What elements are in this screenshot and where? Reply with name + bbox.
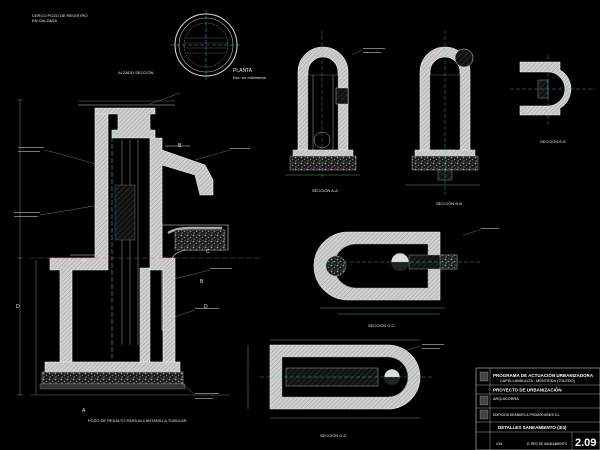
section-aa-label: SECCIÓN A-A bbox=[312, 188, 338, 193]
main-elevation-section: B B A A D D C POZO DE RESALTO PARA ALCAN… bbox=[14, 92, 260, 423]
project-phase: PROYECTO DE URBANIZACIÓN bbox=[493, 386, 562, 393]
main-elevation-title: POZO DE RESALTO PARA ALCANTARILLA TUBULA… bbox=[88, 418, 187, 423]
section-bb: SECCIÓN B-B bbox=[405, 30, 480, 206]
top-note-line1: CERCO POZO DE REGISTRO EN CALZADA bbox=[32, 13, 88, 23]
section-cc-label: SECCIÓN C-C bbox=[368, 323, 395, 328]
architect-logo bbox=[479, 395, 489, 406]
alzado-label: ALZADO SECCIÓN bbox=[118, 70, 153, 75]
architect-name: ARQUICORRA bbox=[493, 397, 519, 401]
planta-scale: Esc: en milímetros bbox=[233, 75, 266, 80]
section-dd: SECCIÓN D-D bbox=[247, 339, 444, 438]
sheet-code: 2.09 bbox=[575, 437, 596, 449]
promoter-name: EDIFICIOS GRANDES & PROMOCIONES S.L. bbox=[493, 413, 560, 417]
cut-marker-c: C bbox=[206, 249, 210, 255]
cad-drawing-canvas: CERCO POZO DE REGISTRO EN CALZADA PLANTA … bbox=[14, 10, 600, 450]
municipality-logo bbox=[479, 371, 489, 382]
project-line2: CAPELLANÍA ALTA - MÉNTRIDA (TOLEDO) bbox=[500, 378, 576, 383]
section-aa: SECCIÓN A-A bbox=[285, 30, 385, 193]
planta-label: PLANTA bbox=[233, 68, 253, 74]
cut-marker-b-bottom: B bbox=[200, 279, 204, 285]
section-bb-label: SECCIÓN B-B bbox=[436, 201, 462, 206]
section-ee-label: SECCIÓN E-E bbox=[540, 139, 566, 144]
top-note: CERCO POZO DE REGISTRO EN CALZADA bbox=[32, 13, 88, 23]
sheet-scale: 1/15 bbox=[496, 442, 502, 446]
sheet-title: DETALLES SANEAMIENTO (3/4) bbox=[498, 425, 567, 430]
cut-marker-d-left: D bbox=[16, 304, 20, 310]
manhole-cover-plan bbox=[170, 10, 242, 80]
section-dd-label: SECCIÓN D-D bbox=[320, 433, 347, 438]
title-block: PROGRAMA DE ACTUACIÓN URBANIZADORA CAPEL… bbox=[475, 367, 600, 450]
cut-marker-a-bottom: A bbox=[82, 408, 86, 414]
promoter-logo bbox=[479, 409, 489, 420]
project-line1: PROGRAMA DE ACTUACIÓN URBANIZADORA bbox=[493, 371, 594, 378]
cut-marker-d-right: D bbox=[204, 304, 208, 310]
sheet-subtitle: D. RED DE SANEAMIENTO bbox=[527, 442, 568, 446]
section-cc: SECCIÓN C-C bbox=[313, 228, 499, 328]
section-ee: SECCIÓN E-E bbox=[510, 55, 595, 144]
